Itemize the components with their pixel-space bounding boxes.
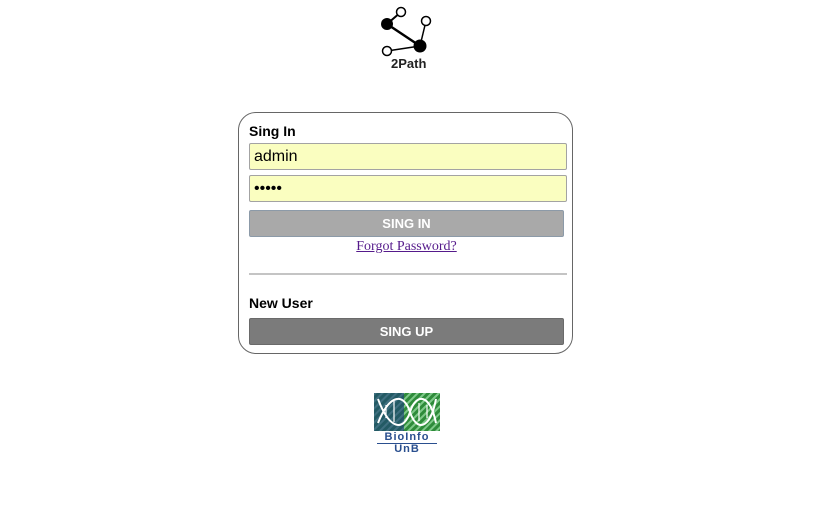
- login-card: Sing In SING IN Forgot Password? New Use…: [238, 112, 573, 354]
- signin-button[interactable]: SING IN: [249, 210, 564, 237]
- password-field[interactable]: [249, 175, 567, 202]
- dna-helix-icon: [374, 393, 440, 431]
- app-logo-text: 2Path: [391, 56, 427, 71]
- signup-title: New User: [249, 295, 313, 311]
- footer-logo-line2: UnB: [394, 443, 420, 455]
- username-field[interactable]: [249, 143, 567, 170]
- footer-logo-line1: BioInfo: [384, 431, 430, 443]
- signup-button[interactable]: SING UP: [249, 318, 564, 345]
- forgot-password-link[interactable]: Forgot Password?: [239, 239, 574, 255]
- signin-title: Sing In: [249, 123, 296, 139]
- molecule-graph-icon: [381, 6, 432, 57]
- divider: [249, 273, 567, 275]
- app-logo: 2Path: [377, 6, 437, 72]
- footer-logo: BioInfo UnB: [374, 393, 440, 457]
